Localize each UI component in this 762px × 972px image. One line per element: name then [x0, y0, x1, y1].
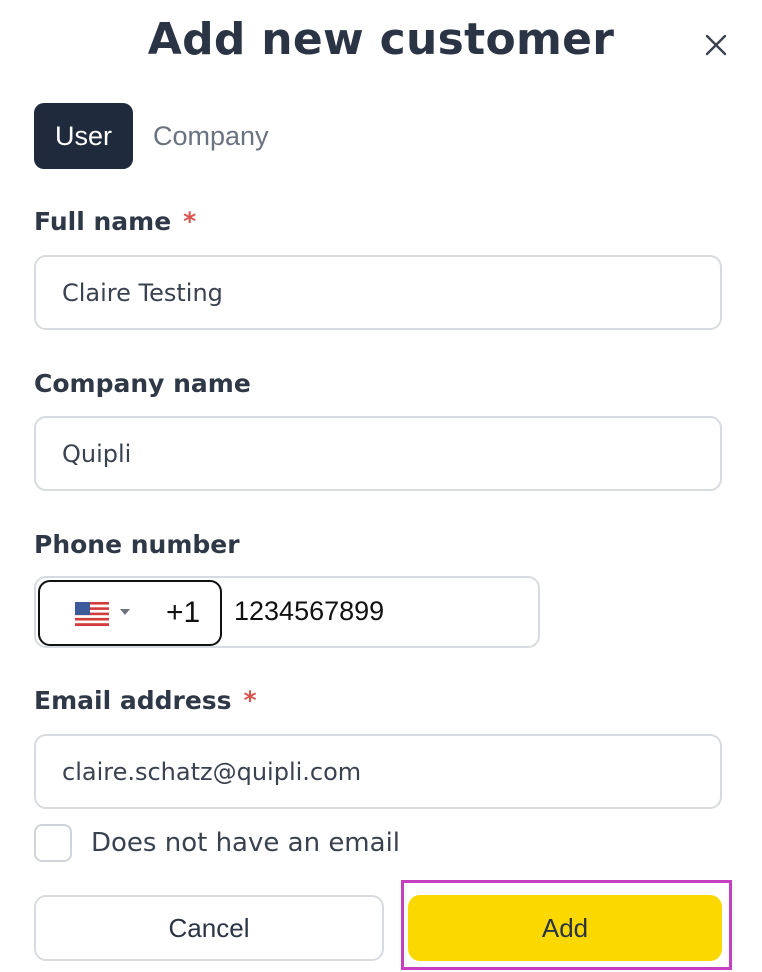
phone-number-field: +1 1234567899	[34, 576, 540, 648]
company-name-label: Company name	[34, 369, 251, 398]
tab-company[interactable]: Company	[153, 103, 269, 169]
email-input[interactable]: claire.schatz@quipli.com	[34, 734, 722, 809]
dialog-title: Add new customer	[147, 14, 615, 65]
us-flag-icon	[75, 602, 109, 626]
required-mark: *	[243, 686, 257, 715]
email-label: Email address *	[34, 686, 257, 715]
dial-code: +1	[166, 596, 201, 629]
full-name-label-text: Full name	[34, 207, 172, 236]
close-icon	[705, 34, 727, 56]
close-button[interactable]	[700, 29, 732, 61]
country-code-select[interactable]: +1	[38, 580, 222, 646]
no-email-checkbox[interactable]	[34, 824, 72, 862]
cancel-button[interactable]: Cancel	[34, 895, 384, 961]
phone-number-input[interactable]: 1234567899	[234, 596, 384, 627]
full-name-input[interactable]: Claire Testing	[34, 255, 722, 330]
email-label-text: Email address	[34, 686, 232, 715]
no-email-label[interactable]: Does not have an email	[91, 828, 400, 858]
chevron-down-icon	[120, 609, 130, 615]
phone-number-label: Phone number	[34, 530, 240, 559]
tab-user[interactable]: User	[34, 103, 133, 169]
company-name-input[interactable]: Quipli	[34, 416, 722, 491]
full-name-label: Full name *	[34, 207, 196, 236]
add-button[interactable]: Add	[408, 895, 722, 961]
required-mark: *	[183, 207, 197, 236]
